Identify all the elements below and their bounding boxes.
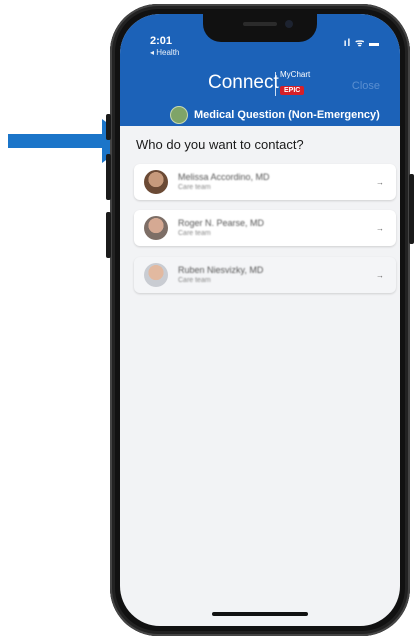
camera-icon [285, 20, 293, 28]
mychart-logo: MyChart EPIC [280, 70, 311, 95]
contact-name: Melissa Accordino, MD [178, 172, 270, 182]
phone-frame: 2:01 ◂ Health ıl ᯤ ▬ Connect MyChart EPI… [106, 4, 414, 636]
contact-card[interactable]: Melissa Accordino, MD Care team → [134, 164, 396, 200]
back-to-health-link[interactable]: ◂ Health [150, 48, 179, 57]
status-time: 2:01 [150, 35, 173, 47]
title-divider [275, 72, 276, 96]
avatar [144, 263, 168, 287]
contact-role: Care team [178, 230, 211, 237]
app-header: 2:01 ◂ Health ıl ᯤ ▬ Connect MyChart EPI… [120, 14, 400, 126]
contact-role: Care team [178, 184, 211, 191]
contact-card[interactable]: Ruben Niesvizky, MD Care team → [134, 257, 396, 293]
contact-prompt: Who do you want to contact? [136, 137, 304, 152]
contact-role: Care team [178, 277, 211, 284]
notch [203, 14, 317, 42]
power-button [409, 174, 414, 244]
topic-selector[interactable]: Medical Question (Non-Emergency) [170, 106, 380, 124]
arrow-right-icon: → [376, 270, 384, 280]
app-screen: 2:01 ◂ Health ıl ᯤ ▬ Connect MyChart EPI… [120, 14, 400, 626]
epic-logo: EPIC [280, 86, 305, 95]
mute-switch [106, 114, 111, 140]
topic-avatar-icon [170, 106, 188, 124]
avatar [144, 216, 168, 240]
signal-wifi-battery-icon: ıl ᯤ ▬ [343, 38, 380, 49]
volume-down-button [106, 212, 111, 258]
contact-card[interactable]: Roger N. Pearse, MD Care team → [134, 210, 396, 246]
close-button[interactable]: Close [352, 80, 380, 92]
avatar [144, 170, 168, 194]
volume-up-button [106, 154, 111, 200]
home-indicator[interactable] [212, 612, 308, 616]
arrow-right-icon: → [376, 177, 384, 187]
contact-name: Roger N. Pearse, MD [178, 218, 265, 228]
page-title: Connect [208, 72, 279, 93]
arrow-right-icon: → [376, 223, 384, 233]
contact-name: Ruben Niesvizky, MD [178, 265, 264, 275]
topic-label: Medical Question (Non-Emergency) [194, 109, 380, 121]
